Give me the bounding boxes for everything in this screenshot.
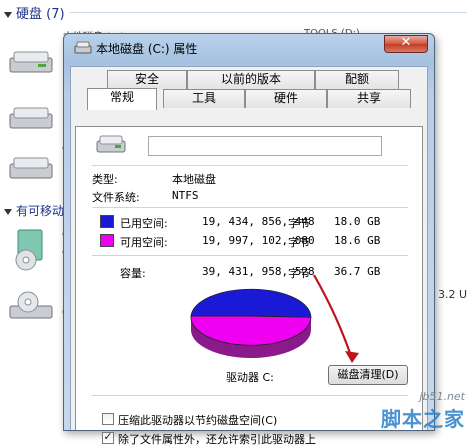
tab-previous-versions[interactable]: 以前的版本 — [187, 70, 315, 89]
tab-general[interactable]: 常规 — [87, 88, 157, 110]
hard-drive-icon[interactable] — [8, 100, 54, 134]
divider — [92, 255, 408, 256]
general-tab-panel: 类型: 本地磁盘 文件系统: NTFS 已用空间: 19, 434, 856, … — [75, 126, 423, 446]
free-space-label: 可用空间: — [120, 236, 168, 249]
size-fragment: 3.2 U — [438, 288, 467, 301]
used-space-label: 已用空间: — [120, 217, 168, 230]
free-space-size: 18.6 GB — [334, 234, 381, 247]
pie-used-slice — [190, 288, 312, 318]
hard-drive-icon — [96, 135, 126, 153]
file-system-value: NTFS — [172, 189, 199, 202]
title-bar[interactable]: 本地磁盘 (C:) 属性 ✕ — [64, 34, 434, 60]
divider — [92, 165, 408, 166]
tab-security[interactable]: 安全 — [107, 70, 187, 89]
tab-hardware[interactable]: 硬件 — [245, 89, 327, 108]
collapse-arrow-icon[interactable] — [4, 11, 12, 18]
capacity-unit: 字节 — [288, 267, 310, 280]
dialog-body: 安全 以前的版本 配额 常规 工具 硬件 共享 类型: 本地磁盘 文件系统: N… — [70, 66, 428, 446]
drive-caption: 驱动器 C: — [226, 371, 274, 384]
used-space-swatch — [100, 215, 114, 228]
close-icon: ✕ — [400, 35, 412, 50]
compress-drive-label[interactable]: 压缩此驱动器以节约磁盘空间(C) — [118, 412, 277, 428]
properties-dialog[interactable]: 本地磁盘 (C:) 属性 ✕ 安全 以前的版本 配额 常规 工具 硬件 共享 类… — [63, 33, 435, 446]
collapse-arrow-icon[interactable] — [4, 208, 12, 215]
watermark-brand: 脚本之家 — [381, 407, 465, 431]
file-system-label: 文件系统: — [92, 191, 140, 204]
compress-drive-checkbox[interactable] — [102, 413, 114, 425]
disk-usage-pie-chart — [190, 288, 312, 358]
free-space-swatch — [100, 234, 114, 247]
watermark-url: jb51.net — [419, 390, 465, 403]
close-button[interactable]: ✕ — [384, 35, 428, 53]
disk-cleanup-button[interactable]: 磁盘清理(D) — [328, 365, 408, 385]
divider — [92, 207, 408, 208]
hard-disks-header[interactable]: 硬盘 (7) — [4, 3, 65, 22]
type-label: 类型: — [92, 173, 118, 186]
drive-name-input[interactable] — [148, 136, 382, 156]
checkbox-check-icon: ✓ — [103, 430, 113, 443]
used-space-unit: 字节 — [288, 217, 310, 230]
used-space-size: 18.0 GB — [334, 215, 381, 228]
divider — [92, 395, 408, 396]
dvd-drive-icon[interactable] — [12, 228, 46, 272]
index-drive-label[interactable]: 除了文件属性外，还允许索引此驱动器上 — [118, 431, 316, 447]
tab-quota[interactable]: 配额 — [315, 70, 399, 89]
drive-icon — [74, 41, 92, 54]
header-divider — [70, 12, 467, 13]
hard-drive-icon[interactable] — [8, 44, 54, 78]
free-space-unit: 字节 — [288, 236, 310, 249]
hard-drive-icon[interactable] — [8, 150, 54, 184]
capacity-size: 36.7 GB — [334, 265, 381, 278]
optical-drive-icon[interactable] — [8, 290, 54, 324]
window-title: 本地磁盘 (C:) 属性 — [96, 42, 198, 56]
tab-sharing[interactable]: 共享 — [327, 89, 411, 108]
capacity-label: 容量: — [120, 267, 146, 280]
tab-tools[interactable]: 工具 — [163, 89, 245, 108]
type-value: 本地磁盘 — [172, 173, 216, 186]
removable-header[interactable]: 有可移动 — [4, 202, 64, 219]
watermark: jb51.net 脚本之家 — [381, 390, 465, 432]
